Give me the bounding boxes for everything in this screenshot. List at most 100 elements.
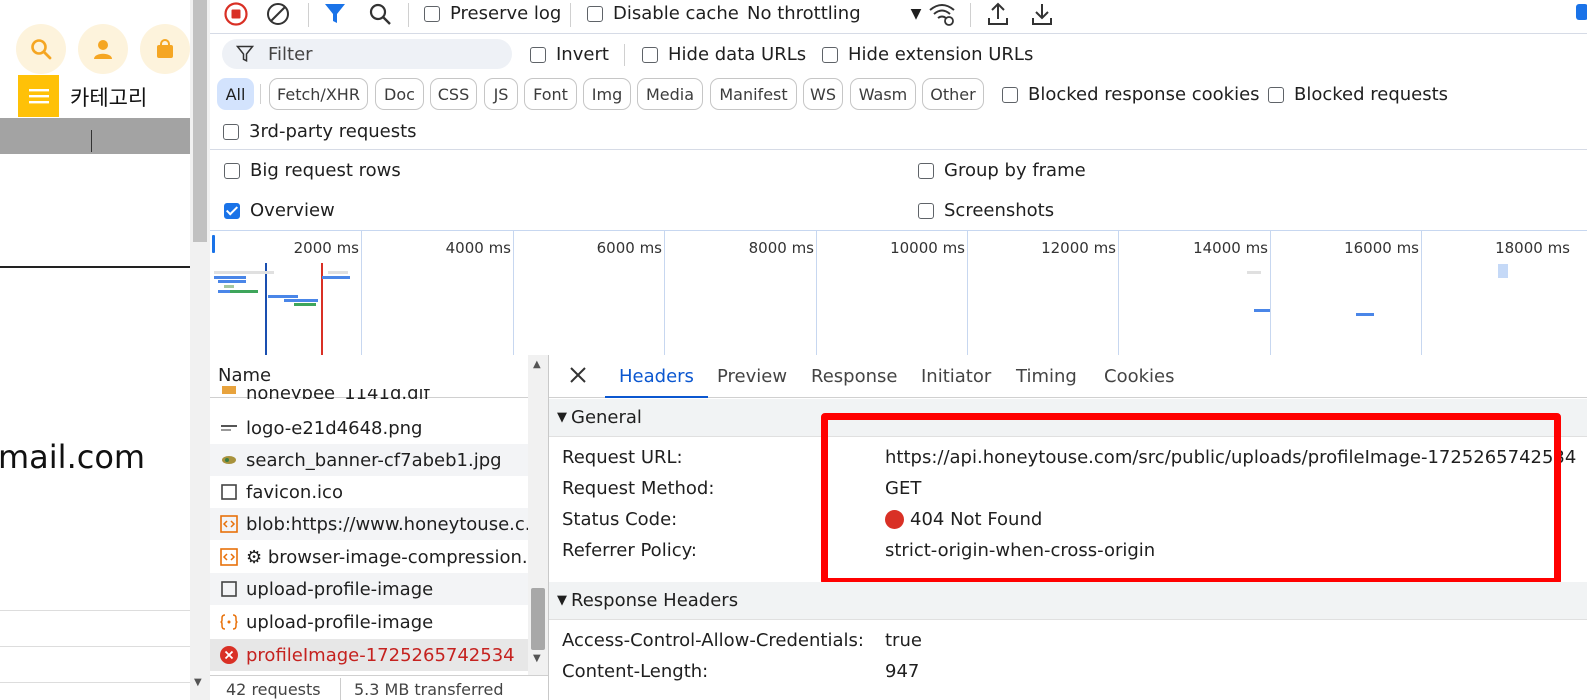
tab-response[interactable]: Response: [811, 355, 897, 397]
hamburger-icon: [28, 89, 49, 104]
status-bar: 42 requests 5.3 MB transferred: [210, 675, 548, 700]
request-row[interactable]: ⚙ browser-image-compression...: [210, 541, 528, 573]
waterfall-bar: [1356, 313, 1374, 316]
request-name: upload-profile-image: [246, 611, 434, 633]
category-label[interactable]: 카테고리: [70, 82, 147, 112]
chip-img[interactable]: Img: [583, 78, 631, 110]
dom-content-loaded-marker: [265, 263, 267, 356]
timeline-tick: 10000 ms: [890, 239, 965, 257]
web-page-viewport: 카테고리 mail.com: [0, 0, 190, 700]
preserve-log-label: Preserve log: [450, 3, 562, 24]
network-conditions-icon[interactable]: [928, 1, 956, 27]
request-count: 42 requests: [226, 680, 321, 699]
request-row[interactable]: upload-profile-image: [210, 573, 528, 605]
import-har-icon[interactable]: [986, 1, 1010, 27]
record-stop-icon[interactable]: [224, 2, 248, 26]
response-headers-section-header[interactable]: ▼ Response Headers: [549, 582, 1587, 620]
chip-js[interactable]: JS: [484, 78, 518, 110]
request-row-selected[interactable]: profileImage-1725265742534: [210, 639, 528, 671]
filter-funnel-icon[interactable]: [324, 2, 346, 26]
waterfall-bar: [224, 285, 234, 288]
settings-gear-icon[interactable]: [1576, 4, 1587, 20]
chip-ws[interactable]: WS: [803, 78, 843, 110]
chip-fetch-xhr[interactable]: Fetch/XHR: [269, 78, 368, 110]
tab-cookies[interactable]: Cookies: [1104, 355, 1174, 397]
big-request-rows-checkbox[interactable]: Big request rows: [224, 160, 401, 181]
filter-input[interactable]: Filter: [222, 39, 512, 69]
image-icon: [220, 381, 238, 399]
request-name: profileImage-1725265742534: [246, 644, 515, 666]
request-method-key: Request Method:: [562, 478, 715, 499]
shopping-bag-icon[interactable]: [140, 24, 190, 74]
network-overview-timeline[interactable]: 2000 ms 4000 ms 6000 ms 8000 ms 10000 ms…: [210, 230, 1587, 356]
request-row[interactable]: blob:https://www.honeytouse.c...: [210, 508, 528, 540]
request-list-scrollbar[interactable]: ▲ ▼: [528, 355, 548, 675]
divider: [0, 610, 190, 611]
page-scrollbar[interactable]: ▼: [190, 0, 210, 700]
timeline-tick: 6000 ms: [596, 239, 662, 257]
blocked-requests-label: Blocked requests: [1294, 84, 1449, 105]
chip-font[interactable]: Font: [524, 78, 577, 110]
scroll-down-arrow-icon[interactable]: ▼: [194, 677, 202, 688]
tab-headers[interactable]: Headers: [605, 355, 708, 398]
timeline-tick: 2000 ms: [293, 239, 359, 257]
preserve-log-checkbox[interactable]: Preserve log: [424, 3, 561, 24]
export-har-icon[interactable]: [1030, 1, 1054, 27]
request-url-key: Request URL:: [562, 447, 683, 468]
tab-timing[interactable]: Timing: [1016, 355, 1077, 397]
request-details-pane: Headers Preview Response Initiator Timin…: [549, 355, 1587, 700]
scroll-up-arrow-icon[interactable]: ▲: [533, 359, 541, 370]
close-icon[interactable]: [567, 364, 589, 391]
disable-cache-checkbox[interactable]: Disable cache: [587, 3, 739, 24]
error-icon: [220, 646, 238, 664]
blocked-response-cookies-label: Blocked response cookies: [1028, 84, 1260, 105]
overview-checkbox[interactable]: Overview: [224, 200, 335, 221]
request-row[interactable]: honeybee_1141d.gif: [210, 381, 528, 399]
request-name: logo-e21d4648.png: [246, 417, 423, 439]
scroll-down-arrow-icon[interactable]: ▼: [533, 653, 541, 664]
tab-initiator[interactable]: Initiator: [921, 355, 991, 397]
triangle-down-icon: ▼: [557, 593, 567, 608]
blocked-response-cookies-checkbox[interactable]: Blocked response cookies: [1002, 84, 1260, 105]
screenshots-checkbox[interactable]: Screenshots: [918, 200, 1054, 221]
third-party-requests-checkbox[interactable]: 3rd-party requests: [223, 121, 417, 142]
chip-css[interactable]: CSS: [430, 78, 477, 110]
throttling-select[interactable]: No throttling ▼: [747, 3, 921, 24]
invert-checkbox[interactable]: Invert: [530, 44, 609, 65]
tab-preview[interactable]: Preview: [717, 355, 787, 397]
chip-media[interactable]: Media: [637, 78, 703, 110]
chip-doc[interactable]: Doc: [375, 78, 424, 110]
request-row[interactable]: logo-e21d4648.png: [210, 412, 528, 444]
request-row[interactable]: upload-profile-image: [210, 606, 528, 638]
triangle-down-icon: ▼: [557, 410, 567, 425]
chip-other[interactable]: Other: [922, 78, 984, 110]
clear-icon[interactable]: [266, 2, 290, 26]
gray-nav-bar: [0, 118, 190, 154]
divider: [0, 646, 190, 647]
blocked-requests-checkbox[interactable]: Blocked requests: [1268, 84, 1448, 105]
timeline-selection-handle[interactable]: [212, 235, 215, 253]
timeline-tick: 16000 ms: [1344, 239, 1419, 257]
chip-wasm[interactable]: Wasm: [850, 78, 916, 110]
chip-all[interactable]: All: [217, 78, 254, 110]
search-icon[interactable]: [368, 2, 392, 26]
disable-cache-label: Disable cache: [613, 3, 739, 24]
chip-manifest[interactable]: Manifest: [710, 78, 797, 110]
group-by-frame-label: Group by frame: [944, 160, 1086, 181]
request-row[interactable]: favicon.ico: [210, 476, 528, 508]
big-request-rows-label: Big request rows: [250, 160, 401, 181]
hide-data-urls-label: Hide data URLs: [668, 44, 807, 65]
waterfall-bar: [218, 280, 246, 283]
hide-data-urls-checkbox[interactable]: Hide data URLs: [642, 44, 806, 65]
hide-extension-urls-checkbox[interactable]: Hide extension URLs: [822, 44, 1033, 65]
request-row[interactable]: search_banner-cf7abeb1.jpg: [210, 444, 528, 476]
user-icon[interactable]: [78, 24, 128, 74]
image-icon: [220, 451, 238, 469]
search-icon[interactable]: [16, 24, 66, 74]
throttling-value: No throttling: [747, 3, 861, 24]
menu-button[interactable]: [18, 75, 59, 117]
hide-extension-urls-label: Hide extension URLs: [848, 44, 1034, 65]
group-by-frame-checkbox[interactable]: Group by frame: [918, 160, 1086, 181]
request-list: Name honeybee_1141d.gif logo-e21d4648.pn…: [210, 355, 549, 700]
overview-label: Overview: [250, 200, 335, 221]
